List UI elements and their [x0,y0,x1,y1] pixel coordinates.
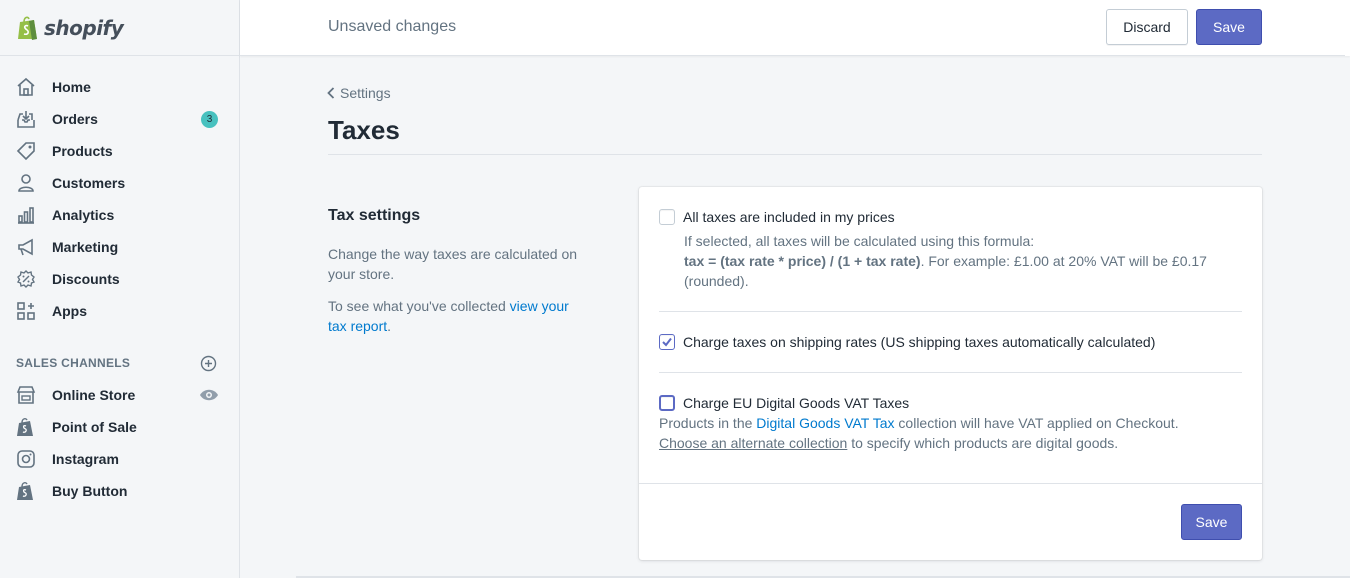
tax-settings-card: All taxes are included in my prices If s… [639,187,1262,560]
orders-count-badge: 3 [201,111,218,128]
apps-icon [17,302,35,320]
chevron-left-icon [327,87,335,99]
alternate-collection-link[interactable]: Choose an alternate collection [659,435,847,451]
megaphone-icon [18,238,33,256]
taxes-included-label[interactable]: All taxes are included in my prices [683,209,895,225]
eu-vat-checkbox[interactable] [659,395,675,411]
eu-help-prefix: Products in the [659,415,757,431]
title-divider [328,154,1262,155]
instagram-icon [17,450,35,468]
tax-report-text: To see what you've collected view your t… [328,296,588,336]
nav-label: Customers [52,175,126,191]
nav-label: Discounts [52,271,120,287]
shopify-bag-icon [17,418,33,436]
store-icon [16,386,36,404]
nav-item-home[interactable]: Home [0,71,239,103]
contextual-save-bar: Unsaved changes Discard Save [240,0,1350,56]
shopify-logo[interactable]: shopify [0,0,239,56]
nav-item-products[interactable]: Products [0,135,239,167]
nav-label: Point of Sale [52,419,137,435]
scrollbar[interactable] [1345,0,1350,56]
sales-channels-title: SALES CHANNELS [16,356,131,370]
sidebar: shopify Home Orders 3 Products Customers… [0,0,240,578]
nav-label: Marketing [52,239,119,255]
nav-item-online-store[interactable]: Online Store [0,379,239,411]
tax-report-prefix: To see what you've collected [328,298,510,314]
shipping-taxes-label[interactable]: Charge taxes on shipping rates (US shipp… [683,334,1155,350]
nav-label: Buy Button [52,483,128,499]
tax-report-suffix: . [387,318,392,334]
eye-icon[interactable] [199,387,219,403]
nav-item-point-of-sale[interactable]: Point of Sale [0,411,239,443]
nav-item-customers[interactable]: Customers [0,167,239,199]
nav-item-instagram[interactable]: Instagram [0,443,239,475]
nav-label: Home [52,79,91,95]
digital-goods-collection-link[interactable]: Digital Goods VAT Tax [756,415,894,431]
discount-icon [16,270,36,288]
nav-label: Products [52,143,113,159]
eu-help-suffix: collection will have VAT applied on Chec… [894,415,1179,431]
alt-collection-suffix: to specify which products are digital go… [847,435,1119,451]
nav-item-discounts[interactable]: Discounts [0,263,239,295]
card-footer-divider [639,483,1262,484]
breadcrumb-label: Settings [340,85,391,101]
nav-label: Analytics [52,207,115,223]
brand-name: shopify [44,15,124,40]
nav-item-marketing[interactable]: Marketing [0,231,239,263]
page-title: Taxes [328,115,400,145]
shipping-taxes-checkbox[interactable] [659,334,675,350]
orders-icon [17,111,35,128]
tax-formula: tax = (tax rate * price) / (1 + tax rate… [684,253,921,269]
unsaved-changes-message: Unsaved changes [328,18,457,35]
checkmark-icon [662,337,672,347]
main-nav: Home Orders 3 Products Customers Analyti… [0,56,239,327]
nav-item-buy-button[interactable]: Buy Button [0,475,239,507]
nav-label: Orders [52,111,98,127]
home-icon [17,77,35,96]
taxes-included-checkbox[interactable] [659,209,675,225]
nav-item-apps[interactable]: Apps [0,295,239,327]
shopify-bag-icon [18,16,37,40]
nav-label: Instagram [52,451,119,467]
section-heading: Tax settings [328,207,421,224]
discard-button[interactable]: Discard [1106,9,1188,45]
tag-icon [16,142,35,161]
nav-label: Apps [52,303,87,319]
nav-label: Online Store [52,387,136,403]
nav-item-orders[interactable]: Orders 3 [0,103,239,135]
save-button[interactable]: Save [1196,9,1262,45]
channels-nav: Online Store Point of Sale Instagram Buy… [0,379,239,507]
breadcrumb-settings[interactable]: Settings [327,85,391,101]
nav-item-analytics[interactable]: Analytics [0,199,239,231]
eu-vat-help: Products in the Digital Goods VAT Tax co… [659,413,1239,453]
taxes-included-help: If selected, all taxes will be calculate… [684,231,1229,291]
card-save-button[interactable]: Save [1181,504,1242,540]
add-channel-icon[interactable] [200,355,217,372]
eu-vat-label[interactable]: Charge EU Digital Goods VAT Taxes [683,395,909,411]
sales-channels-header: SALES CHANNELS [0,347,239,379]
divider [659,372,1242,373]
shopify-bag-icon [17,482,33,500]
section-description: Change the way taxes are calculated on y… [328,246,578,282]
bar-chart-icon [18,207,34,224]
divider [659,311,1242,312]
help-intro: If selected, all taxes will be calculate… [684,233,1035,249]
person-icon [18,174,34,192]
